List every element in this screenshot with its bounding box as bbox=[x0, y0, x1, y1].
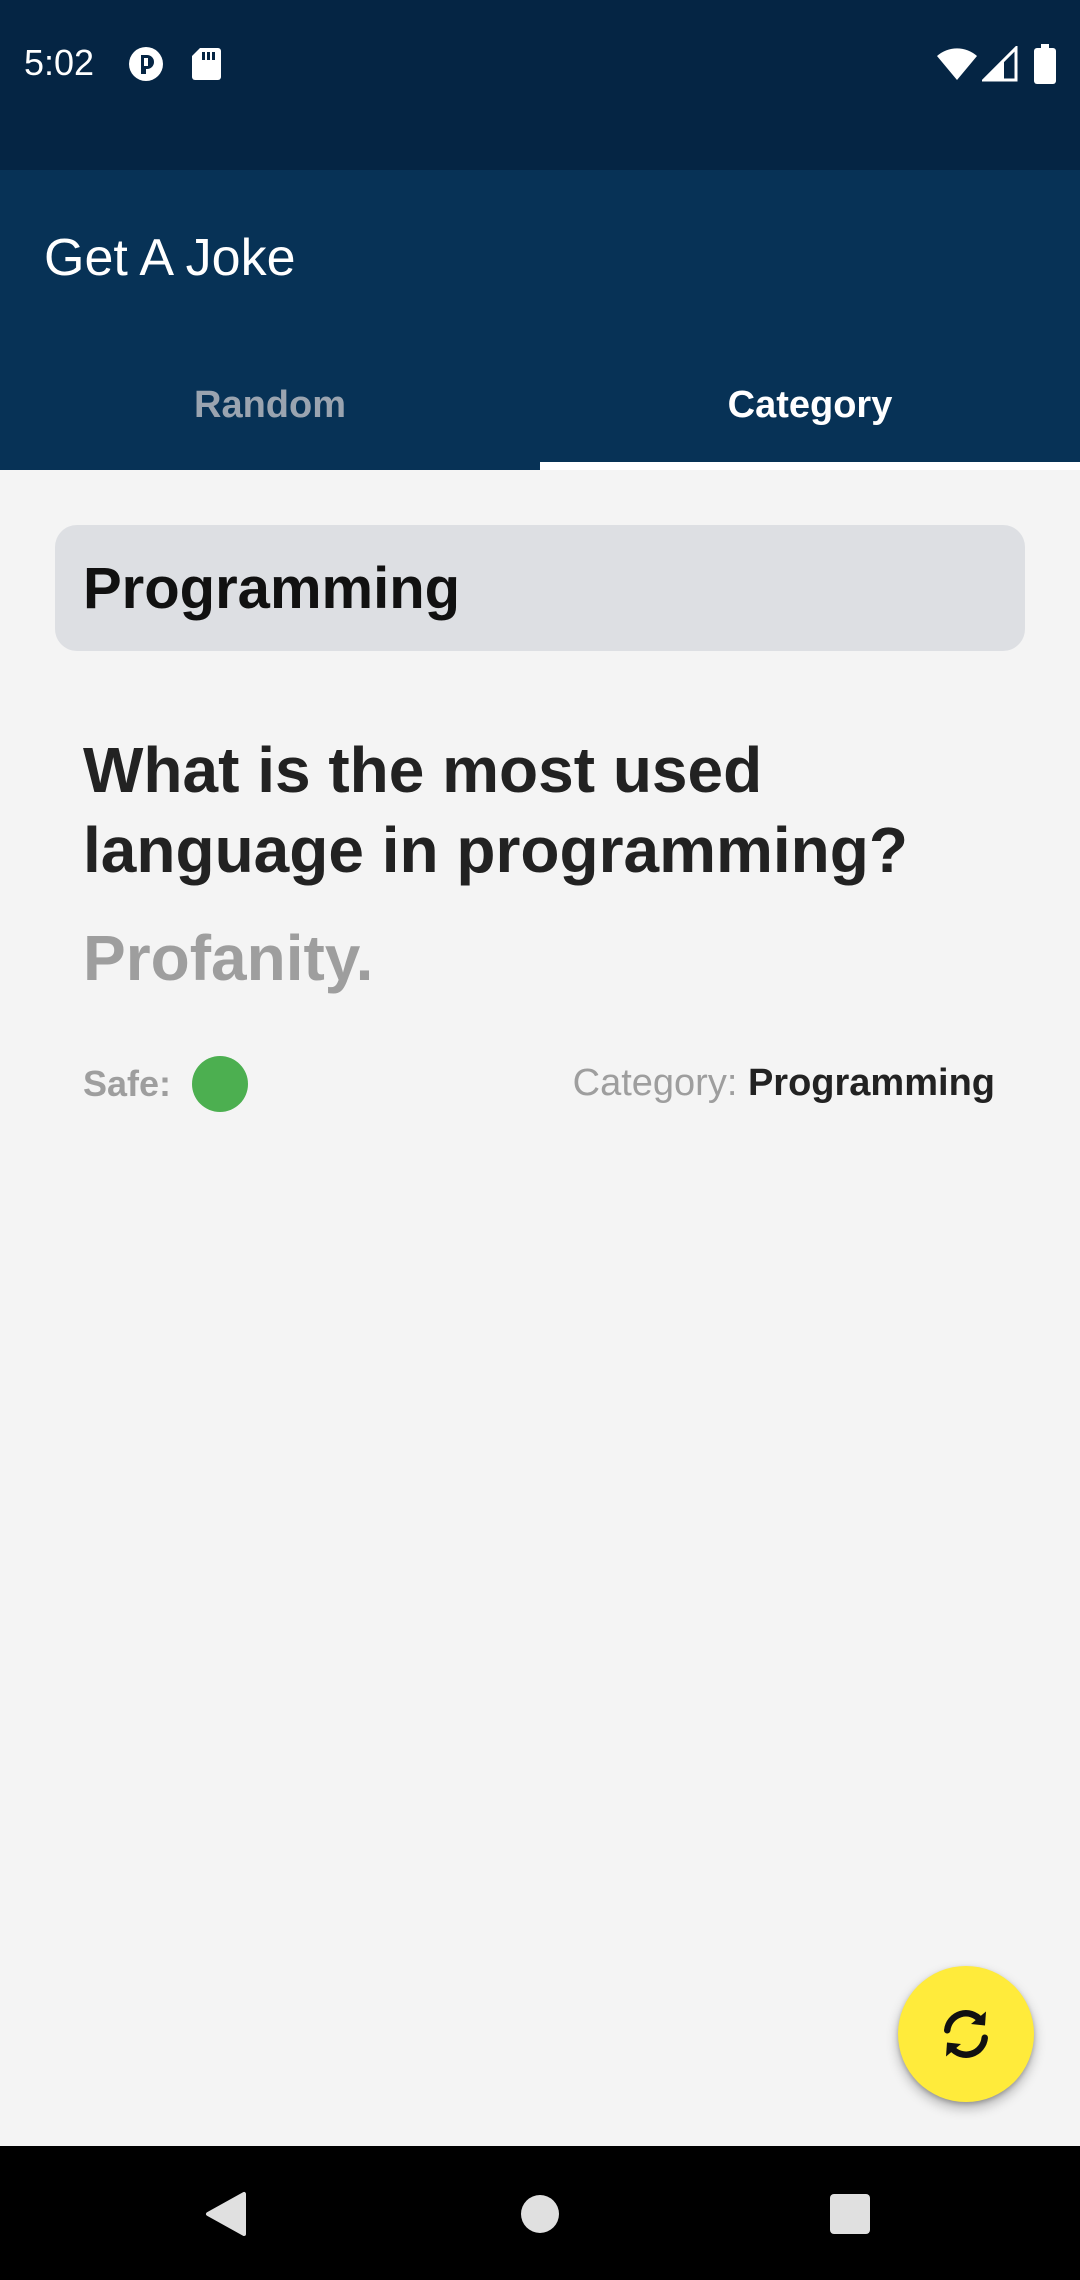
refresh-button[interactable] bbox=[898, 1966, 1034, 2102]
home-icon bbox=[520, 2194, 560, 2234]
tab-category[interactable]: Category bbox=[540, 340, 1080, 470]
safe-label: Safe: bbox=[83, 1063, 172, 1104]
signal-icon bbox=[982, 46, 1018, 82]
category-info: Category: Programming bbox=[573, 1060, 995, 1106]
home-button[interactable] bbox=[500, 2174, 580, 2254]
tab-random[interactable]: Random bbox=[0, 340, 540, 470]
category-select[interactable]: Programming bbox=[55, 525, 1025, 651]
back-button[interactable] bbox=[186, 2174, 266, 2254]
battery-icon bbox=[1034, 44, 1056, 84]
navigation-bar bbox=[0, 2146, 1080, 2280]
app-bar: Get A Joke Random Category bbox=[0, 170, 1080, 470]
joke-delivery: Profanity. bbox=[83, 922, 374, 994]
category-select-value: Programming bbox=[83, 555, 461, 621]
notification-app-icon bbox=[128, 46, 164, 82]
joke-setup: What is the most used language in progra… bbox=[83, 734, 908, 886]
sd-card-icon bbox=[190, 46, 222, 82]
category-info-value: Programming bbox=[747, 1062, 995, 1104]
recents-button[interactable] bbox=[810, 2174, 890, 2254]
app-title: Get A Joke bbox=[44, 229, 296, 287]
wifi-icon bbox=[936, 46, 978, 82]
category-info-label: Category: bbox=[572, 1062, 738, 1104]
refresh-icon bbox=[936, 2004, 996, 2064]
back-icon bbox=[204, 2190, 248, 2238]
status-bar: 5:02 bbox=[0, 0, 1080, 170]
recents-icon bbox=[829, 2193, 871, 2235]
tab-indicator bbox=[540, 462, 1080, 470]
safe-indicator bbox=[192, 1056, 248, 1112]
status-time: 5:02 bbox=[24, 42, 95, 83]
